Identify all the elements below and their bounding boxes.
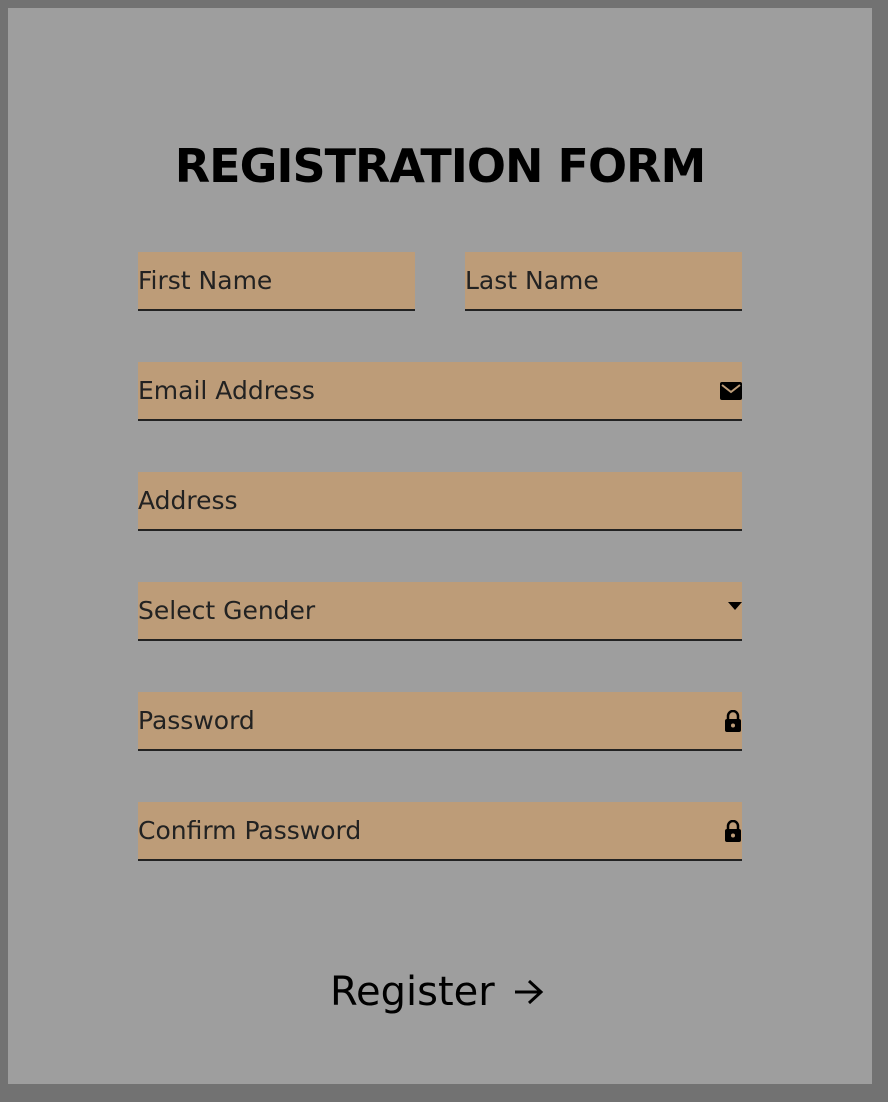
form-title: REGISTRATION FORM <box>174 139 707 193</box>
register-button-label: Register <box>330 969 495 1015</box>
first-name-input[interactable] <box>138 252 415 309</box>
caret-down-icon[interactable] <box>728 582 742 639</box>
registration-panel: REGISTRATION FORM Select Gender <box>8 8 872 1084</box>
password-field[interactable] <box>138 692 742 751</box>
first-name-field[interactable] <box>138 252 415 311</box>
email-field[interactable] <box>138 362 742 421</box>
lock-icon <box>724 692 742 749</box>
gender-select-value[interactable]: Select Gender <box>138 582 742 639</box>
address-field[interactable] <box>138 472 742 531</box>
envelope-icon <box>720 362 742 419</box>
confirm-password-input[interactable] <box>138 802 742 859</box>
lock-icon <box>724 802 742 859</box>
register-button[interactable]: Register <box>330 960 545 1024</box>
address-input[interactable] <box>138 472 742 529</box>
password-input[interactable] <box>138 692 742 749</box>
email-input[interactable] <box>138 362 742 419</box>
last-name-input[interactable] <box>465 252 742 309</box>
gender-select[interactable]: Select Gender <box>138 582 742 641</box>
last-name-field[interactable] <box>465 252 742 311</box>
arrow-right-icon <box>513 978 545 1006</box>
confirm-password-field[interactable] <box>138 802 742 861</box>
